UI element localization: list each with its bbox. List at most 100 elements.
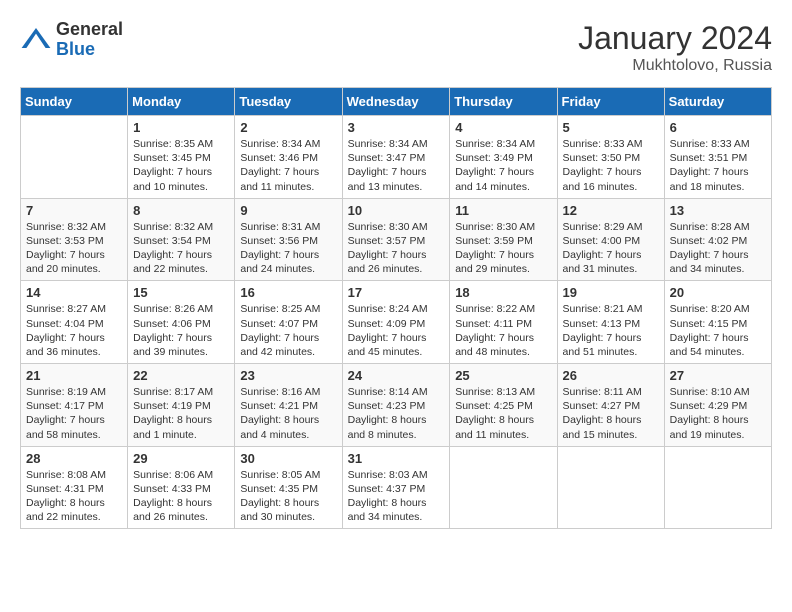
day-info: Sunrise: 8:25 AM Sunset: 4:07 PM Dayligh…	[240, 302, 336, 359]
day-number: 24	[348, 368, 445, 383]
weekday-header-saturday: Saturday	[664, 88, 771, 116]
day-number: 27	[670, 368, 766, 383]
day-info: Sunrise: 8:16 AM Sunset: 4:21 PM Dayligh…	[240, 385, 336, 442]
day-number: 21	[26, 368, 122, 383]
day-info: Sunrise: 8:13 AM Sunset: 4:25 PM Dayligh…	[455, 385, 551, 442]
day-number: 3	[348, 120, 445, 135]
weekday-header-monday: Monday	[128, 88, 235, 116]
calendar-cell: 19Sunrise: 8:21 AM Sunset: 4:13 PM Dayli…	[557, 281, 664, 364]
calendar-cell	[557, 446, 664, 529]
day-number: 31	[348, 451, 445, 466]
day-info: Sunrise: 8:35 AM Sunset: 3:45 PM Dayligh…	[133, 137, 229, 194]
calendar-cell: 25 Sunrise: 8:13 AM Sunset: 4:25 PM Dayli…	[450, 364, 557, 447]
day-number: 22	[133, 368, 229, 383]
week-row-3: 21Sunrise: 8:19 AM Sunset: 4:17 PM Dayli…	[21, 364, 772, 447]
day-number: 30	[240, 451, 336, 466]
calendar-cell: 9 Sunrise: 8:31 AM Sunset: 3:56 PM Daylig…	[235, 198, 342, 281]
day-number: 5	[563, 120, 659, 135]
day-info: Sunrise: 8:14 AM Sunset: 4:23 PM Dayligh…	[348, 385, 445, 442]
page-header: General Blue January 2024 Mukhtolovo, Ru…	[20, 20, 772, 75]
calendar-cell: 15 Sunrise: 8:26 AM Sunset: 4:06 PM Dayli…	[128, 281, 235, 364]
day-info: Sunrise: 8:34 AM Sunset: 3:46 PM Dayligh…	[240, 137, 336, 194]
day-number: 4	[455, 120, 551, 135]
calendar-cell: 5Sunrise: 8:33 AM Sunset: 3:50 PM Daylig…	[557, 116, 664, 199]
day-number: 26	[563, 368, 659, 383]
calendar-cell: 8 Sunrise: 8:32 AM Sunset: 3:54 PM Daylig…	[128, 198, 235, 281]
day-number: 23	[240, 368, 336, 383]
location-title: Mukhtolovo, Russia	[578, 57, 772, 75]
calendar-cell: 18 Sunrise: 8:22 AM Sunset: 4:11 PM Dayli…	[450, 281, 557, 364]
calendar-cell: 11 Sunrise: 8:30 AM Sunset: 3:59 PM Dayli…	[450, 198, 557, 281]
weekday-header-row: SundayMondayTuesdayWednesdayThursdayFrid…	[21, 88, 772, 116]
week-row-4: 28Sunrise: 8:08 AM Sunset: 4:31 PM Dayli…	[21, 446, 772, 529]
calendar-cell: 3 Sunrise: 8:34 AM Sunset: 3:47 PM Daylig…	[342, 116, 450, 199]
week-row-1: 7 Sunrise: 8:32 AM Sunset: 3:53 PM Daylig…	[21, 198, 772, 281]
day-number: 28	[26, 451, 122, 466]
day-info: Sunrise: 8:26 AM Sunset: 4:06 PM Dayligh…	[133, 302, 229, 359]
logo-text: General Blue	[56, 20, 123, 60]
logo-general: General	[56, 20, 123, 40]
calendar-cell: 16 Sunrise: 8:25 AM Sunset: 4:07 PM Dayli…	[235, 281, 342, 364]
day-info: Sunrise: 8:33 AM Sunset: 3:51 PM Dayligh…	[670, 137, 766, 194]
calendar-cell: 13 Sunrise: 8:28 AM Sunset: 4:02 PM Dayli…	[664, 198, 771, 281]
day-number: 15	[133, 285, 229, 300]
day-number: 1	[133, 120, 229, 135]
day-info: Sunrise: 8:28 AM Sunset: 4:02 PM Dayligh…	[670, 220, 766, 277]
day-info: Sunrise: 8:06 AM Sunset: 4:33 PM Dayligh…	[133, 468, 229, 525]
day-info: Sunrise: 8:11 AM Sunset: 4:27 PM Dayligh…	[563, 385, 659, 442]
calendar-cell: 23 Sunrise: 8:16 AM Sunset: 4:21 PM Dayli…	[235, 364, 342, 447]
calendar-cell	[21, 116, 128, 199]
weekday-header-sunday: Sunday	[21, 88, 128, 116]
day-info: Sunrise: 8:17 AM Sunset: 4:19 PM Dayligh…	[133, 385, 229, 442]
weekday-header-wednesday: Wednesday	[342, 88, 450, 116]
calendar-cell: 17 Sunrise: 8:24 AM Sunset: 4:09 PM Dayli…	[342, 281, 450, 364]
day-number: 16	[240, 285, 336, 300]
day-number: 14	[26, 285, 122, 300]
day-number: 7	[26, 203, 122, 218]
day-info: Sunrise: 8:22 AM Sunset: 4:11 PM Dayligh…	[455, 302, 551, 359]
calendar-cell: 21Sunrise: 8:19 AM Sunset: 4:17 PM Dayli…	[21, 364, 128, 447]
day-number: 9	[240, 203, 336, 218]
day-number: 8	[133, 203, 229, 218]
calendar-cell: 22 Sunrise: 8:17 AM Sunset: 4:19 PM Dayli…	[128, 364, 235, 447]
day-info: Sunrise: 8:20 AM Sunset: 4:15 PM Dayligh…	[670, 302, 766, 359]
calendar-cell: 29 Sunrise: 8:06 AM Sunset: 4:33 PM Dayli…	[128, 446, 235, 529]
month-title: January 2024	[578, 20, 772, 57]
weekday-header-friday: Friday	[557, 88, 664, 116]
day-number: 17	[348, 285, 445, 300]
weekday-header-thursday: Thursday	[450, 88, 557, 116]
day-info: Sunrise: 8:03 AM Sunset: 4:37 PM Dayligh…	[348, 468, 445, 525]
day-info: Sunrise: 8:31 AM Sunset: 3:56 PM Dayligh…	[240, 220, 336, 277]
day-number: 11	[455, 203, 551, 218]
calendar-cell: 20 Sunrise: 8:20 AM Sunset: 4:15 PM Dayli…	[664, 281, 771, 364]
calendar-cell: 1 Sunrise: 8:35 AM Sunset: 3:45 PM Daylig…	[128, 116, 235, 199]
day-info: Sunrise: 8:29 AM Sunset: 4:00 PM Dayligh…	[563, 220, 659, 277]
day-number: 29	[133, 451, 229, 466]
logo-icon	[20, 24, 52, 56]
day-number: 13	[670, 203, 766, 218]
day-number: 25	[455, 368, 551, 383]
day-info: Sunrise: 8:34 AM Sunset: 3:47 PM Dayligh…	[348, 137, 445, 194]
day-info: Sunrise: 8:32 AM Sunset: 3:54 PM Dayligh…	[133, 220, 229, 277]
calendar-cell: 30Sunrise: 8:05 AM Sunset: 4:35 PM Dayli…	[235, 446, 342, 529]
day-number: 10	[348, 203, 445, 218]
calendar-table: SundayMondayTuesdayWednesdayThursdayFrid…	[20, 87, 772, 529]
calendar-cell: 12 Sunrise: 8:29 AM Sunset: 4:00 PM Dayli…	[557, 198, 664, 281]
day-number: 20	[670, 285, 766, 300]
day-number: 18	[455, 285, 551, 300]
calendar-cell: 6 Sunrise: 8:33 AM Sunset: 3:51 PM Daylig…	[664, 116, 771, 199]
day-number: 2	[240, 120, 336, 135]
calendar-cell	[664, 446, 771, 529]
calendar-cell: 24 Sunrise: 8:14 AM Sunset: 4:23 PM Dayli…	[342, 364, 450, 447]
day-number: 6	[670, 120, 766, 135]
calendar-cell: 31 Sunrise: 8:03 AM Sunset: 4:37 PM Dayli…	[342, 446, 450, 529]
day-info: Sunrise: 8:21 AM Sunset: 4:13 PM Dayligh…	[563, 302, 659, 359]
day-info: Sunrise: 8:10 AM Sunset: 4:29 PM Dayligh…	[670, 385, 766, 442]
calendar-cell: 26 Sunrise: 8:11 AM Sunset: 4:27 PM Dayli…	[557, 364, 664, 447]
day-info: Sunrise: 8:30 AM Sunset: 3:57 PM Dayligh…	[348, 220, 445, 277]
day-info: Sunrise: 8:30 AM Sunset: 3:59 PM Dayligh…	[455, 220, 551, 277]
title-area: January 2024 Mukhtolovo, Russia	[578, 20, 772, 75]
day-number: 12	[563, 203, 659, 218]
day-info: Sunrise: 8:24 AM Sunset: 4:09 PM Dayligh…	[348, 302, 445, 359]
day-info: Sunrise: 8:32 AM Sunset: 3:53 PM Dayligh…	[26, 220, 122, 277]
